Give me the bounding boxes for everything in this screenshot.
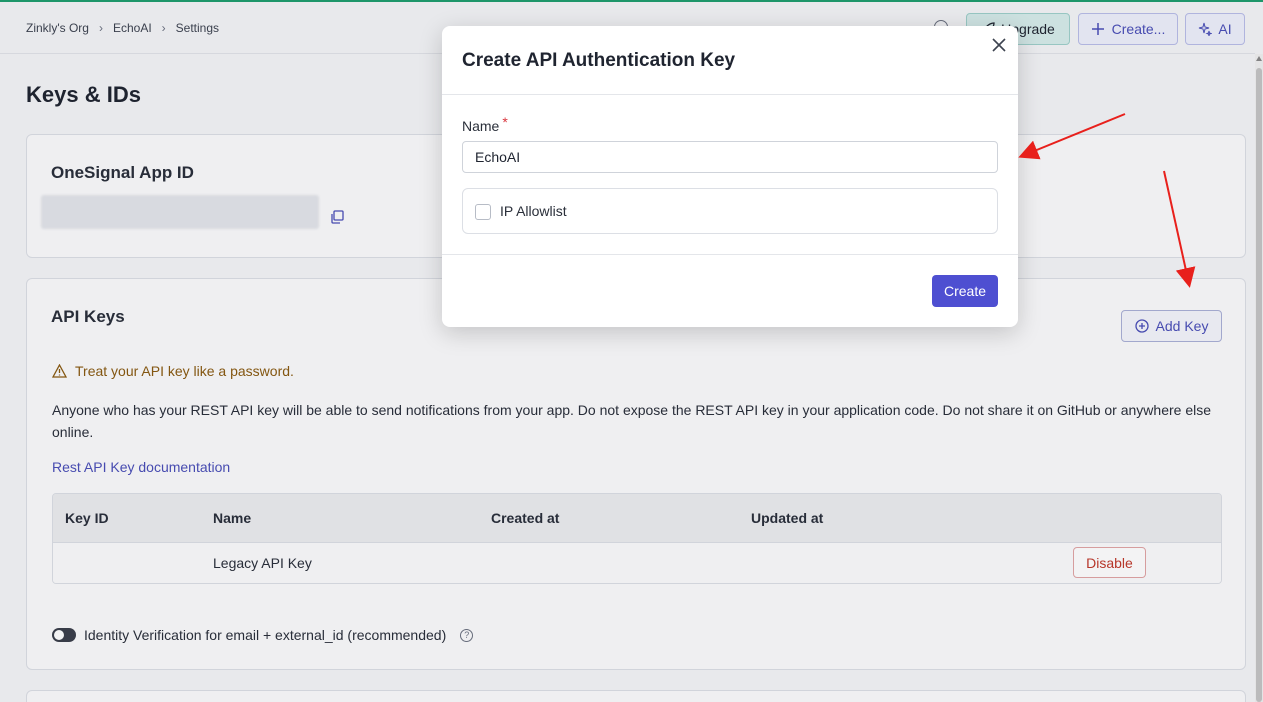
name-input[interactable] [462, 141, 998, 173]
name-label-text: Name [462, 118, 500, 134]
modal-divider [442, 94, 1018, 95]
name-field-label: Name * [462, 114, 508, 134]
modal-divider [442, 254, 1018, 255]
close-icon[interactable] [990, 36, 1008, 54]
create-button[interactable]: Create [932, 275, 998, 307]
ip-allowlist-section: IP Allowlist [462, 188, 998, 234]
modal-title: Create API Authentication Key [462, 50, 736, 71]
required-marker: * [502, 114, 508, 130]
ip-allowlist-checkbox[interactable] [475, 204, 491, 220]
create-api-key-modal: Create API Authentication Key Name* IP A… [442, 26, 1018, 327]
ip-allowlist-label[interactable]: IP Allowlist [500, 203, 567, 219]
